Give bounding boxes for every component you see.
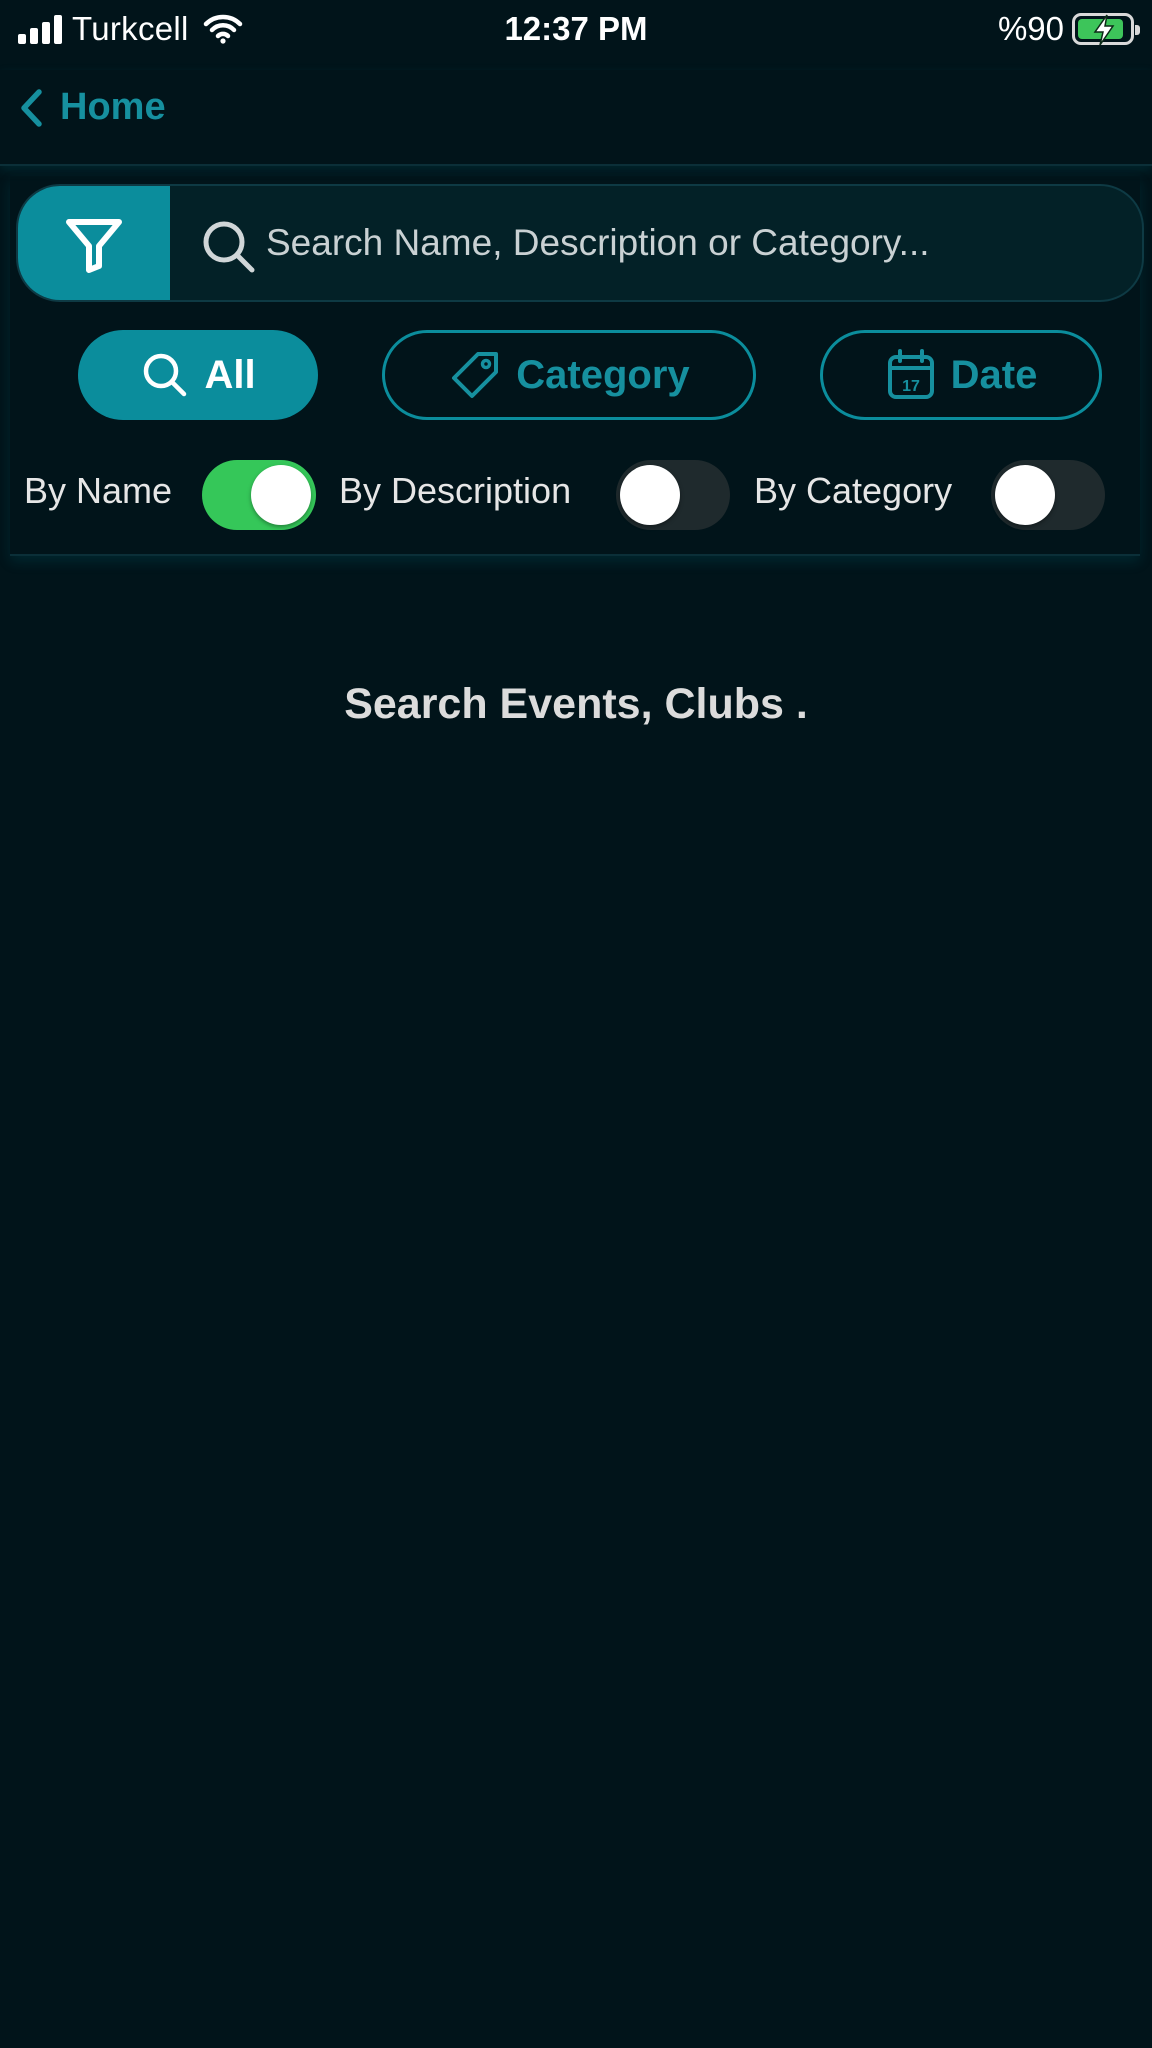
calendar-icon: 17 [887,349,934,399]
chip-category-label: Category [516,352,690,397]
calendar-day-number: 17 [902,378,920,395]
status-bar: Turkcell 12:37 PM %90 [0,0,1152,58]
search-icon [144,353,187,397]
chip-date-label: Date [950,352,1038,397]
chip-all[interactable]: All [78,330,318,420]
charging-bolt-icon [1093,14,1115,46]
chip-date[interactable]: 17 Date [820,330,1102,420]
search-icon [203,221,255,273]
toggle-by-description-label: By Description [339,470,572,511]
funnel-icon [66,219,122,273]
search-input[interactable] [266,208,1126,278]
navigation-bar: Home [0,70,1152,166]
battery-percentage: %90 [997,10,1064,47]
status-right: %90 [997,10,1140,48]
toggle-by-category[interactable] [991,460,1105,530]
toggle-by-name[interactable] [202,460,316,530]
battery-icon [1072,13,1140,46]
chip-category[interactable]: Category [382,330,756,420]
back-button[interactable]: Home [18,86,166,129]
clock: 12:37 PM [504,10,648,47]
search-scope-chips: All Category 17 Date [10,330,1140,420]
chip-all-label: All [204,352,256,397]
toggle-by-category-label: By Category [754,470,953,511]
empty-state-message: Search Events, Clubs . [344,680,808,728]
back-label: Home [60,86,166,128]
filter-button[interactable] [18,186,170,300]
toggle-by-description[interactable] [616,460,730,530]
search-field-toggles: By Name By Description By Category [10,456,1140,530]
search-bar [16,184,1144,302]
toggle-by-name-label: By Name [24,470,173,511]
search-panel: All Category 17 Date By Name By Descript… [10,176,1144,556]
chevron-left-icon [21,88,42,127]
tag-icon [452,352,499,398]
